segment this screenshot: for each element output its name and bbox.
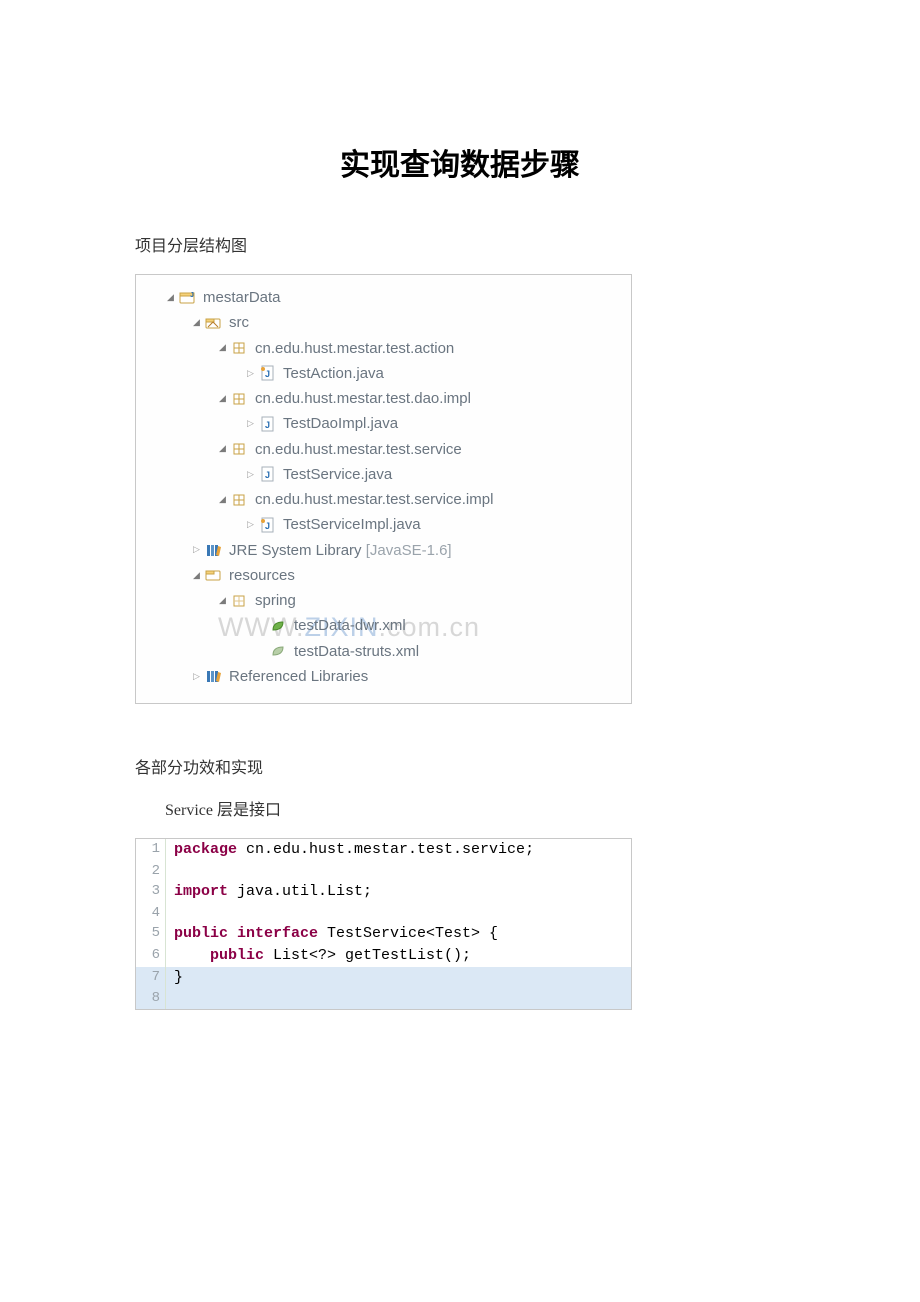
tree-file-service[interactable]: J TestService.java bbox=[136, 462, 631, 487]
tree-project[interactable]: J mestarData bbox=[136, 285, 631, 310]
code-line: 5 public interface TestService<Test> { bbox=[136, 923, 631, 945]
section-parts: 各部分功效和实现 bbox=[135, 754, 785, 778]
code-line: 8 bbox=[136, 988, 631, 1008]
code-line: 4 bbox=[136, 903, 631, 923]
package-icon bbox=[231, 340, 249, 356]
section-layer-diagram: 项目分层结构图 bbox=[135, 232, 785, 256]
code-editor: 1 package cn.edu.hust.mestar.test.servic… bbox=[135, 838, 632, 1010]
tree-reflib[interactable]: Referenced Libraries bbox=[136, 664, 631, 689]
leaf-icon bbox=[270, 618, 288, 634]
svg-text:J: J bbox=[265, 470, 270, 480]
source-folder-icon bbox=[205, 567, 223, 583]
project-icon: J bbox=[179, 290, 197, 306]
svg-text:J: J bbox=[265, 521, 270, 531]
library-icon bbox=[205, 542, 223, 558]
java-file-icon: J bbox=[259, 365, 277, 381]
code-line: 6 public List<?> getTestList(); bbox=[136, 945, 631, 967]
tree-label: cn.edu.hust.mestar.test.action bbox=[255, 337, 454, 360]
twisty-icon[interactable] bbox=[216, 340, 229, 356]
tree-label: cn.edu.hust.mestar.test.service.impl bbox=[255, 488, 493, 511]
line-number: 4 bbox=[136, 903, 166, 923]
tree-label: cn.edu.hust.mestar.test.service bbox=[255, 438, 462, 461]
twisty-icon[interactable] bbox=[216, 441, 229, 457]
tree-label: TestService.java bbox=[283, 463, 392, 486]
line-number: 1 bbox=[136, 839, 166, 861]
svg-text:J: J bbox=[190, 292, 194, 299]
line-number: 5 bbox=[136, 923, 166, 945]
tree-jre[interactable]: JRE System Library [JavaSE-1.6] bbox=[136, 538, 631, 563]
page-title: 实现查询数据步骤 bbox=[135, 140, 785, 184]
tree-label: TestAction.java bbox=[283, 362, 384, 385]
tree-resources[interactable]: resources bbox=[136, 563, 631, 588]
package-icon bbox=[231, 441, 249, 457]
tree-spring[interactable]: spring bbox=[136, 588, 631, 613]
tree-label: JRE System Library [JavaSE-1.6] bbox=[229, 539, 452, 562]
tree-pkg-service[interactable]: cn.edu.hust.mestar.test.service bbox=[136, 437, 631, 462]
twisty-icon[interactable] bbox=[244, 467, 257, 483]
java-file-icon: J bbox=[259, 517, 277, 533]
tree-src[interactable]: src bbox=[136, 310, 631, 335]
tree-label: testData-struts.xml bbox=[294, 640, 419, 663]
tree-pkg-dao[interactable]: cn.edu.hust.mestar.test.dao.impl bbox=[136, 386, 631, 411]
twisty-icon[interactable] bbox=[164, 290, 177, 306]
code-line: 1 package cn.edu.hust.mestar.test.servic… bbox=[136, 839, 631, 861]
tree-label: mestarData bbox=[203, 286, 281, 309]
tree-file-serviceimpl[interactable]: J TestServiceImpl.java bbox=[136, 512, 631, 537]
twisty-icon[interactable] bbox=[244, 517, 257, 533]
line-number: 6 bbox=[136, 945, 166, 967]
svg-text:J: J bbox=[265, 369, 270, 379]
tree-label: cn.edu.hust.mestar.test.dao.impl bbox=[255, 387, 471, 410]
twisty-icon[interactable] bbox=[190, 669, 203, 685]
twisty-icon[interactable] bbox=[216, 492, 229, 508]
tree-pkg-action[interactable]: cn.edu.hust.mestar.test.action bbox=[136, 336, 631, 361]
svg-text:J: J bbox=[265, 420, 270, 430]
twisty-icon[interactable] bbox=[216, 593, 229, 609]
tree-file-dao[interactable]: J TestDaoImpl.java bbox=[136, 411, 631, 436]
line-number: 2 bbox=[136, 861, 166, 881]
java-file-icon: J bbox=[259, 416, 277, 432]
line-number: 8 bbox=[136, 988, 166, 1008]
tree-label: src bbox=[229, 311, 249, 334]
java-file-icon: J bbox=[259, 466, 277, 482]
code-line: 2 bbox=[136, 861, 631, 881]
leaf-icon bbox=[270, 643, 288, 659]
section-service-interface: Service 层是接口 bbox=[135, 796, 785, 820]
tree-label: testData-dwr.xml bbox=[294, 614, 406, 637]
package-empty-icon bbox=[231, 593, 249, 609]
tree-xml2[interactable]: testData-struts.xml bbox=[136, 639, 631, 664]
tree-label: TestDaoImpl.java bbox=[283, 412, 398, 435]
tree-label: spring bbox=[255, 589, 296, 612]
twisty-icon[interactable] bbox=[190, 568, 203, 584]
tree-pkg-serviceimpl[interactable]: cn.edu.hust.mestar.test.service.impl bbox=[136, 487, 631, 512]
line-number: 3 bbox=[136, 881, 166, 903]
tree-label: resources bbox=[229, 564, 295, 587]
tree-label: Referenced Libraries bbox=[229, 665, 368, 688]
tree-file-action[interactable]: J TestAction.java bbox=[136, 361, 631, 386]
project-explorer: J mestarData src cn.edu.hust.mestar.test… bbox=[135, 274, 632, 704]
twisty-icon[interactable] bbox=[190, 315, 203, 331]
twisty-icon[interactable] bbox=[244, 416, 257, 432]
source-folder-icon bbox=[205, 315, 223, 331]
library-icon bbox=[205, 668, 223, 684]
package-icon bbox=[231, 391, 249, 407]
tree-xml1[interactable]: testData-dwr.xml bbox=[136, 613, 631, 638]
code-line: 7 } bbox=[136, 967, 631, 989]
twisty-icon[interactable] bbox=[244, 366, 257, 382]
tree-label: TestServiceImpl.java bbox=[283, 513, 421, 536]
package-icon bbox=[231, 492, 249, 508]
twisty-icon[interactable] bbox=[190, 542, 203, 558]
code-line: 3 import java.util.List; bbox=[136, 881, 631, 903]
line-number: 7 bbox=[136, 967, 166, 989]
twisty-icon[interactable] bbox=[216, 391, 229, 407]
